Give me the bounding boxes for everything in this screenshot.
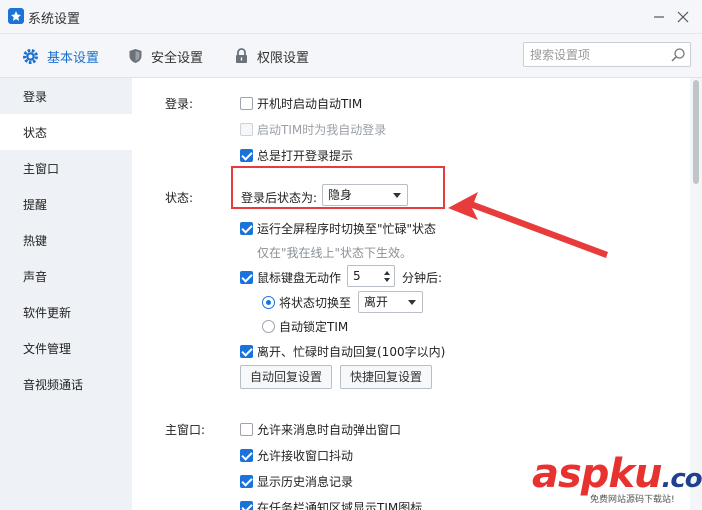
option-label: 运行全屏程序时切换至"忙碌"状态 (257, 222, 437, 236)
stepper-value: 5 (353, 269, 361, 283)
switch-status-select[interactable]: 离开 (358, 291, 423, 313)
search-icon[interactable] (670, 47, 686, 63)
sidebar-item-label: 登录 (23, 89, 48, 104)
window-title: 系统设置 (28, 12, 81, 27)
auto-lock-radio[interactable] (262, 320, 275, 333)
tab-label: 基本设置 (47, 50, 100, 66)
tab-security-settings[interactable]: 安全设置 (128, 44, 203, 68)
sidebar-item-file-management[interactable]: 文件管理 (0, 330, 132, 366)
idle-minutes-stepper[interactable]: 5 (347, 265, 395, 287)
sidebar-item-label: 声音 (23, 269, 48, 284)
option-label: 将状态切换至 (279, 296, 352, 310)
auto-login-option: 启动TIM时为我自动登录 (240, 121, 386, 138)
tab-bar: 基本设置 安全设置 权限设置 (0, 34, 702, 78)
window-shake-option[interactable]: 允许接收窗口抖动 (240, 447, 353, 464)
sidebar-item-hotkey[interactable]: 热键 (0, 222, 132, 258)
window-shake-checkbox[interactable] (240, 449, 253, 462)
auto-start-checkbox[interactable] (240, 97, 253, 110)
sidebar-item-label: 提醒 (23, 197, 48, 212)
option-label: 自动锁定TIM (279, 320, 349, 334)
fullscreen-hint-text: 仅在"我在线上"状态下生效。 (257, 246, 413, 260)
taskbar-icon-checkbox[interactable] (240, 501, 253, 510)
lock-icon (236, 48, 247, 63)
close-icon[interactable] (672, 6, 694, 28)
sidebar-item-login[interactable]: 登录 (0, 78, 132, 114)
settings-content: 登录: 开机时启动自动TIM 启动TIM时为我自动登录 总是打开登录提示 状态:… (132, 78, 702, 510)
auto-reply-option[interactable]: 离开、忙碌时自动回复(100字以内) (240, 343, 445, 360)
option-label: 启动TIM时为我自动登录 (257, 123, 387, 137)
site-watermark: aspku.com 免费网站源码下载站! (532, 452, 702, 510)
annotation-highlight-box (231, 166, 445, 209)
watermark-suffix: .com (661, 464, 702, 494)
show-login-prompt-option[interactable]: 总是打开登录提示 (240, 147, 353, 164)
vertical-scrollbar[interactable] (690, 78, 702, 510)
sidebar-item-av-call[interactable]: 音视频通话 (0, 366, 132, 402)
fullscreen-busy-checkbox[interactable] (240, 222, 253, 235)
popup-window-option[interactable]: 允许来消息时自动弹出窗口 (240, 421, 401, 438)
sidebar-item-sound[interactable]: 声音 (0, 258, 132, 294)
option-label: 总是打开登录提示 (257, 149, 354, 163)
tab-basic-settings[interactable]: 基本设置 (22, 44, 99, 68)
auto-reply-checkbox[interactable] (240, 345, 253, 358)
option-label: 离开、忙碌时自动回复(100字以内) (257, 345, 446, 359)
option-label: 鼠标键盘无动作 (257, 271, 342, 285)
idle-suffix-label: 分钟后: (402, 271, 443, 285)
sidebar-item-status[interactable]: 状态 (0, 114, 132, 150)
search-input[interactable] (530, 46, 660, 64)
tab-label: 安全设置 (151, 50, 204, 66)
show-login-prompt-checkbox[interactable] (240, 149, 253, 162)
scrollbar-thumb[interactable] (693, 80, 699, 184)
option-label: 显示历史消息记录 (257, 475, 354, 489)
auto-start-option[interactable]: 开机时启动自动TIM (240, 95, 362, 112)
stepper-up-icon[interactable] (384, 271, 390, 275)
watermark-subtitle: 免费网站源码下载站! (590, 495, 675, 505)
history-messages-checkbox[interactable] (240, 475, 253, 488)
fullscreen-busy-option[interactable]: 运行全屏程序时切换至"忙碌"状态 (240, 220, 436, 237)
idle-option[interactable]: 鼠标键盘无动作 (240, 269, 341, 286)
section-label-login: 登录: (165, 97, 194, 111)
tab-label: 权限设置 (257, 50, 310, 66)
tab-permission-settings[interactable]: 权限设置 (234, 44, 309, 68)
sidebar-item-software-update[interactable]: 软件更新 (0, 294, 132, 330)
history-messages-option[interactable]: 显示历史消息记录 (240, 473, 353, 490)
gear-icon (23, 48, 38, 64)
sidebar-item-label: 主窗口 (23, 161, 60, 176)
search-box (523, 42, 691, 67)
minimize-icon[interactable] (648, 6, 670, 28)
select-value: 离开 (364, 295, 389, 309)
idle-checkbox[interactable] (240, 271, 253, 284)
watermark-text: aspku (532, 451, 663, 497)
settings-sidebar: 登录 状态 主窗口 提醒 热键 声音 软件更新 文件管理 音视频通话 (0, 78, 132, 510)
title-bar: 系统设置 (0, 0, 702, 34)
taskbar-icon-option[interactable]: 在任务栏通知区域显示TIM图标 (240, 499, 422, 510)
sidebar-item-main-window[interactable]: 主窗口 (0, 150, 132, 186)
sidebar-item-label: 文件管理 (23, 341, 72, 356)
option-label: 开机时启动自动TIM (257, 97, 363, 111)
shield-icon (129, 49, 142, 63)
switch-status-option[interactable]: 将状态切换至 (262, 294, 351, 311)
sidebar-item-label: 软件更新 (23, 305, 72, 320)
option-label: 允许来消息时自动弹出窗口 (257, 423, 402, 437)
sidebar-item-reminder[interactable]: 提醒 (0, 186, 132, 222)
option-label: 在任务栏通知区域显示TIM图标 (257, 501, 423, 510)
section-label-status: 状态: (165, 191, 194, 205)
sidebar-item-label: 热键 (23, 233, 48, 248)
popup-window-checkbox[interactable] (240, 423, 253, 436)
sidebar-item-label: 音视频通话 (23, 377, 84, 392)
annotation-arrow-icon (448, 192, 608, 258)
switch-status-radio[interactable] (262, 296, 275, 309)
sidebar-item-label: 状态 (23, 125, 48, 140)
quick-reply-settings-button[interactable]: 快捷回复设置 (340, 365, 432, 389)
auto-login-checkbox (240, 123, 253, 136)
section-label-main-window: 主窗口: (165, 423, 206, 437)
app-logo-icon (8, 8, 24, 24)
stepper-down-icon[interactable] (384, 278, 390, 282)
auto-reply-settings-button[interactable]: 自动回复设置 (240, 365, 332, 389)
option-label: 允许接收窗口抖动 (257, 449, 354, 463)
chevron-down-icon (408, 300, 416, 305)
auto-lock-option[interactable]: 自动锁定TIM (262, 318, 348, 335)
